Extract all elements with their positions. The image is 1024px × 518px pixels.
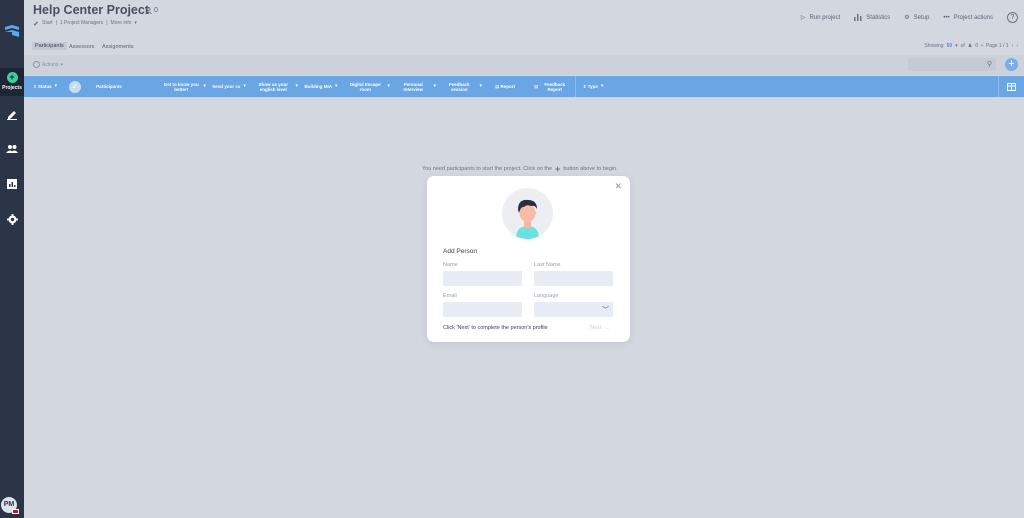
sidebar-item-edit[interactable] (3, 107, 21, 121)
column-participants[interactable]: Participants (86, 76, 132, 97)
project-actions-button[interactable]: ••• Project actions (943, 15, 993, 21)
more-info-link[interactable]: More info (111, 20, 132, 26)
column-settings-button[interactable] (998, 76, 1024, 97)
pagination: Showing 50 ▾ of ♟ 0 • Page 1 / 1 ‹ › (924, 43, 1018, 49)
modal-title: Add Person (443, 248, 477, 255)
bar-chart-icon (854, 14, 862, 21)
people-icon (6, 145, 18, 153)
pencil-icon (34, 21, 38, 26)
last-name-label: Last Name (534, 262, 561, 268)
start-link[interactable]: Start (42, 20, 53, 26)
column-building-mia[interactable]: Building MIA ▾ (301, 76, 341, 97)
language-label: Language (534, 293, 559, 299)
column-send-cv[interactable]: Send your cv ▾ (208, 76, 250, 97)
tab-participants[interactable]: Participants (32, 42, 67, 50)
column-get-to-know[interactable]: Get to know you better! ▾ (162, 76, 206, 97)
columns-icon (1007, 82, 1016, 91)
select-all-checkbox[interactable]: ✓ (69, 81, 81, 93)
chart-icon (7, 179, 17, 189)
column-interview[interactable]: Personal Interview ▾ (396, 76, 436, 97)
arrow-right-icon: → (602, 325, 610, 331)
sort-icon: ⇕ (32, 84, 37, 89)
projects-icon: + (6, 72, 18, 83)
language-select[interactable]: ﹀ (534, 302, 613, 317)
help-button[interactable]: ? (1007, 12, 1018, 23)
gear-icon (6, 213, 18, 225)
next-button[interactable]: Next → (590, 325, 610, 331)
person-icon: ♟ (967, 43, 973, 49)
tab-assessors[interactable]: Assessors (69, 44, 94, 50)
chevron-down-icon: ▾ (60, 61, 63, 68)
run-project-button[interactable]: ▷ Run project (800, 14, 840, 22)
per-page-select[interactable]: 50 (947, 43, 953, 49)
sidebar: + Projects PM (0, 0, 24, 518)
table-header: ⇕ Status ▾ ✓ Participants Get to know you… (24, 76, 1024, 97)
breadcrumb: Start | 1 Project Managers | More info ▾ (33, 20, 137, 26)
statistics-button[interactable]: Statistics (854, 14, 890, 21)
column-feedback-session[interactable]: Feedback session ▾ (442, 76, 482, 97)
participant-count-value: 0 (154, 7, 158, 14)
prev-page-icon[interactable]: ‹ (1012, 43, 1014, 49)
sidebar-item-reports[interactable] (3, 177, 21, 191)
add-participant-button[interactable]: + (1005, 58, 1018, 71)
chevron-down-icon: ﹀ (602, 307, 609, 314)
column-report[interactable]: ▤ Report (490, 76, 520, 97)
settings-circle-icon: ⚙ (904, 15, 910, 21)
pencil-icon (7, 111, 17, 120)
column-type[interactable]: ⇕ Type ▾ (580, 76, 606, 97)
page-header: Help Center Project 0 Start | 1 Project … (24, 0, 1024, 40)
plus-icon: + (555, 164, 561, 174)
column-english-level[interactable]: Show us your english level ▾ (254, 76, 298, 97)
sidebar-item-settings[interactable] (3, 212, 21, 226)
sidebar-item-projects[interactable]: + Projects (0, 68, 24, 96)
toolbar: Actions ▾ ⚲ + (24, 55, 1024, 75)
name-label: Name (443, 262, 458, 268)
sort-icon: ⇕ (582, 84, 587, 89)
tab-bar: Participants Assessors Assignments Showi… (24, 40, 1024, 54)
chevron-down-icon: ▾ (134, 20, 137, 26)
document-icon: ▤ (534, 84, 539, 89)
empty-state-message: You need participants to start the proje… (422, 164, 618, 174)
header-actions: ▷ Run project Statistics ⚙ Setup ••• Pro… (801, 12, 1018, 23)
footer-note: Click 'Next' to complete the person's pr… (443, 325, 548, 331)
play-icon: ▷ (800, 15, 806, 21)
avatar-illustration (502, 188, 553, 239)
minus-circle-icon (33, 61, 40, 68)
email-input[interactable] (443, 302, 522, 317)
person-icon (145, 7, 152, 14)
column-status[interactable]: ⇕ Status ▾ (30, 76, 60, 97)
app-logo-icon[interactable] (3, 24, 21, 40)
participant-count: 0 (145, 7, 158, 14)
sidebar-item-label: Projects (2, 85, 22, 91)
column-feedback-report[interactable]: ▤ Feedback Report (534, 76, 570, 97)
tab-assignments[interactable]: Assignments (102, 44, 134, 50)
document-icon: ▤ (494, 84, 500, 89)
column-divider (575, 76, 576, 97)
setup-button[interactable]: ⚙ Setup (904, 14, 929, 22)
email-label: Email (443, 293, 457, 299)
column-escape-room[interactable]: Digital Escape room ▾ (346, 76, 390, 97)
more-dots-icon: ••• (943, 14, 950, 21)
next-page-icon[interactable]: › (1016, 43, 1018, 49)
last-name-input[interactable] (534, 271, 613, 286)
language-flag-icon (12, 509, 19, 514)
search-icon: ⚲ (986, 61, 992, 68)
add-person-modal: ✕ Add Person Name Last Name Email Langua… (427, 176, 630, 342)
page-title: Help Center Project (33, 3, 150, 17)
managers-link[interactable]: 1 Project Managers (60, 20, 103, 26)
actions-dropdown[interactable]: Actions ▾ (33, 61, 63, 68)
chevron-down-icon: ▾ (955, 43, 958, 49)
close-icon[interactable]: ✕ (614, 181, 622, 192)
sidebar-item-people[interactable] (3, 142, 21, 156)
search-input[interactable]: ⚲ (908, 58, 996, 71)
name-input[interactable] (443, 271, 522, 286)
